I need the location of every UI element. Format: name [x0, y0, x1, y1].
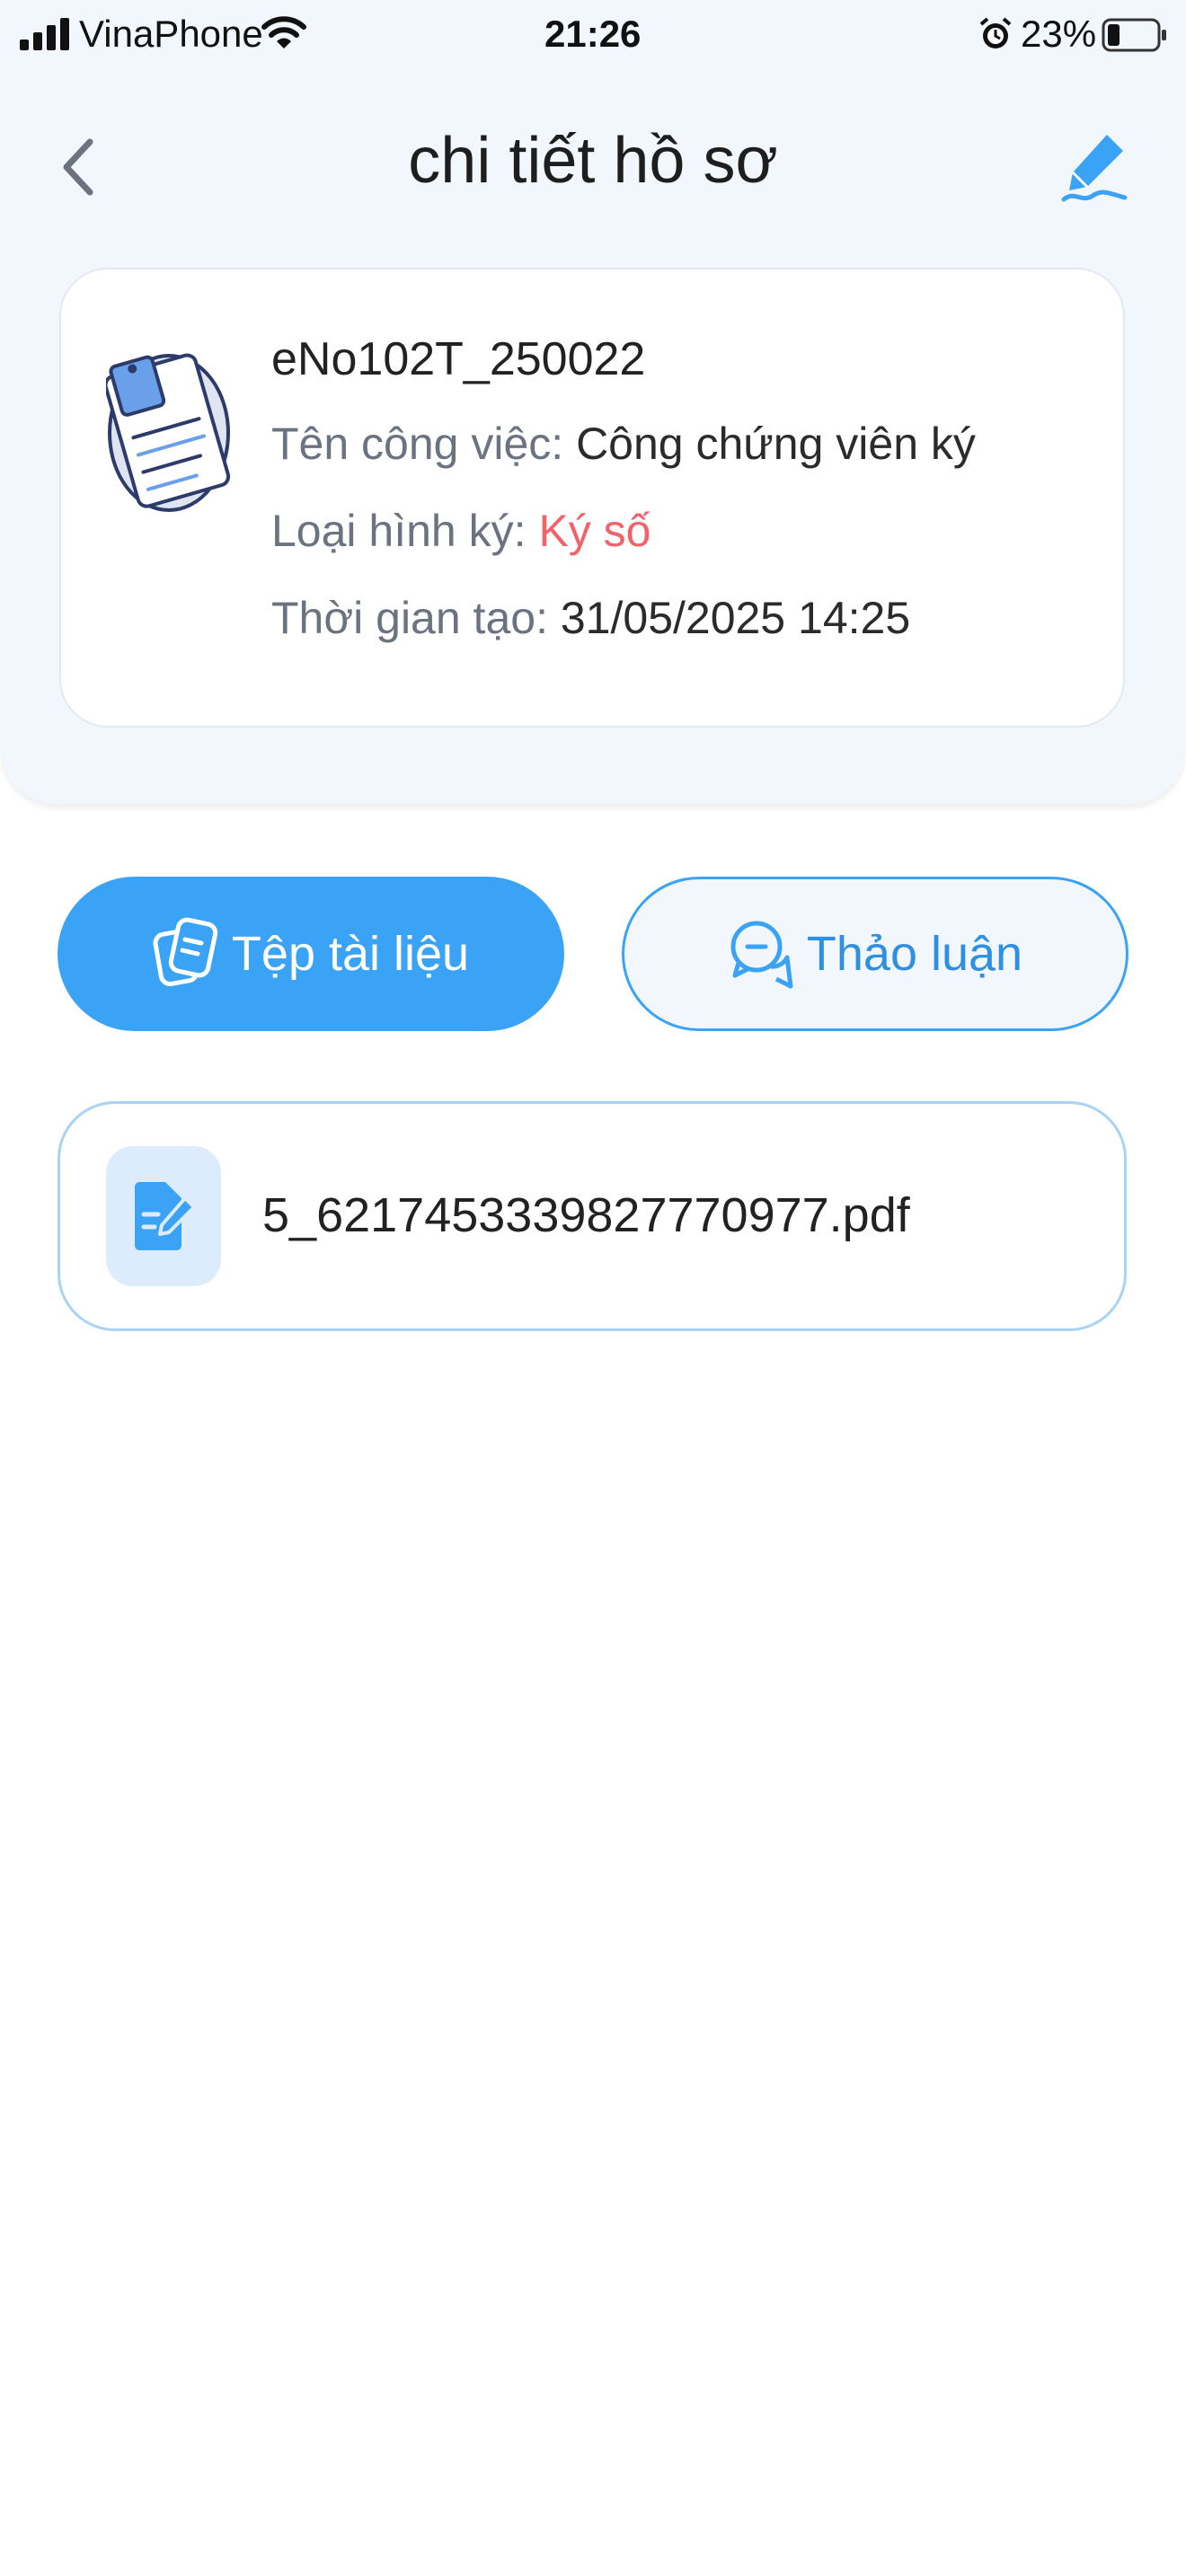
signal-icon — [20, 18, 69, 50]
documents-icon — [153, 917, 218, 986]
created-time-label: Thời gian tạo: — [271, 593, 548, 643]
sign-type-row: Loại hình ký: Ký số — [271, 505, 651, 557]
sign-type-value: Ký số — [538, 506, 651, 556]
created-time-value: 31/05/2025 14:25 — [560, 593, 911, 643]
tab-documents-label: Tệp tài liệu — [231, 927, 470, 981]
tab-discussion-label: Thảo luận — [806, 927, 1023, 981]
file-icon-container — [106, 1146, 221, 1286]
job-name-value: Công chứng viên ký — [576, 419, 976, 469]
document-icon — [106, 353, 231, 512]
tab-documents[interactable]: Tệp tài liệu — [58, 877, 564, 1031]
alarm-icon — [979, 17, 1012, 49]
status-bar: VinaPhone 21:26 23% — [0, 0, 1186, 72]
file-sign-icon — [135, 1182, 196, 1250]
page-title: chi tiết hồ sơ — [408, 125, 778, 197]
wifi-icon — [261, 16, 306, 49]
job-name-row: Tên công việc: Công chứng viên ký — [271, 418, 976, 470]
pen-sign-icon[interactable] — [1060, 131, 1128, 205]
tab-discussion[interactable]: Thảo luận — [622, 877, 1128, 1031]
file-name: 5_6217453339827770977.pdf — [262, 1188, 910, 1242]
sign-type-label: Loại hình ký: — [271, 506, 527, 556]
created-time-row: Thời gian tạo: 31/05/2025 14:25 — [271, 592, 910, 644]
job-name-label: Tên công việc: — [271, 419, 564, 469]
record-code: eNo102T_250022 — [271, 333, 646, 385]
battery-icon — [1102, 18, 1166, 52]
carrier-name: VinaPhone — [79, 13, 263, 55]
clock-time: 21:26 — [544, 13, 642, 55]
chat-bubbles-icon — [730, 921, 793, 989]
battery-percent: 23% — [1021, 13, 1097, 55]
